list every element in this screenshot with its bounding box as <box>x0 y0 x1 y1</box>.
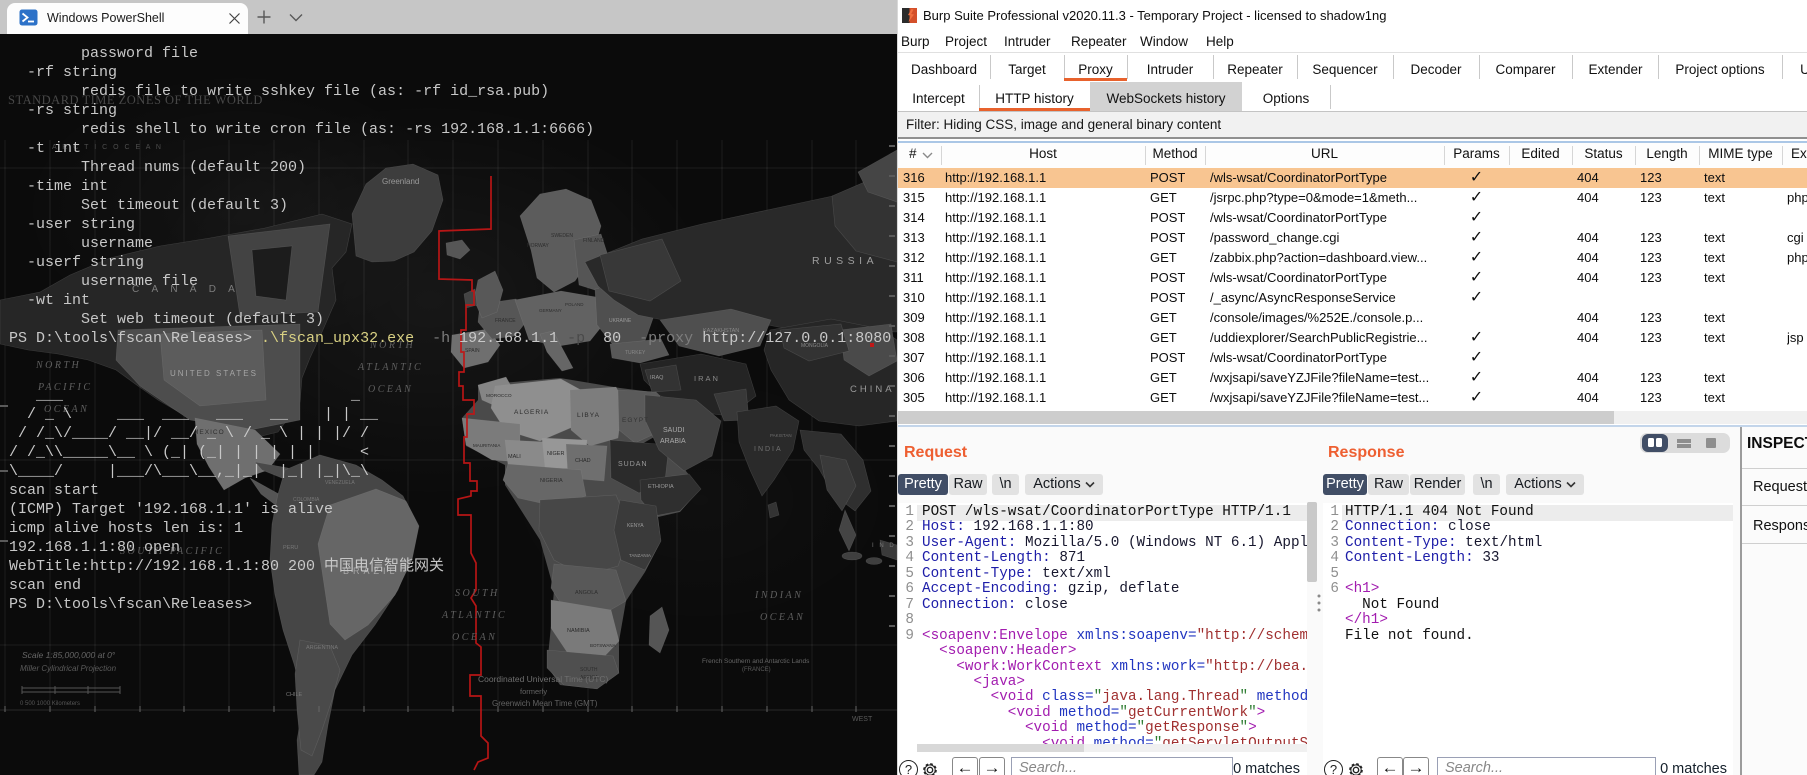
svg-text:Greenwich Mean Time (GMT): Greenwich Mean Time (GMT) <box>492 699 598 708</box>
svg-text:WEST: WEST <box>852 716 873 723</box>
svg-text:formerly: formerly <box>520 687 547 696</box>
svg-text:(FRANCE): (FRANCE) <box>742 667 771 673</box>
svg-text:Coordinated Universal Time (UT: Coordinated Universal Time (UTC) <box>478 674 609 684</box>
svg-text:SOUTH: SOUTH <box>580 667 598 673</box>
svg-text:BOTSWANA: BOTSWANA <box>590 643 616 648</box>
svg-text:Miller Cylindrical Projection: Miller Cylindrical Projection <box>20 664 117 673</box>
svg-text:ARGENTINA: ARGENTINA <box>306 645 338 651</box>
svg-text:OCEAN: OCEAN <box>452 632 497 643</box>
svg-text:Scale 1:85,000,000 at 0°: Scale 1:85,000,000 at 0° <box>22 650 116 660</box>
svg-text:OCEAN: OCEAN <box>760 612 805 623</box>
svg-text:CHILE: CHILE <box>286 692 303 698</box>
svg-text:NAMIBIA: NAMIBIA <box>567 628 590 634</box>
svg-text:French Southern and Antarctic: French Southern and Antarctic Lands <box>702 658 810 665</box>
